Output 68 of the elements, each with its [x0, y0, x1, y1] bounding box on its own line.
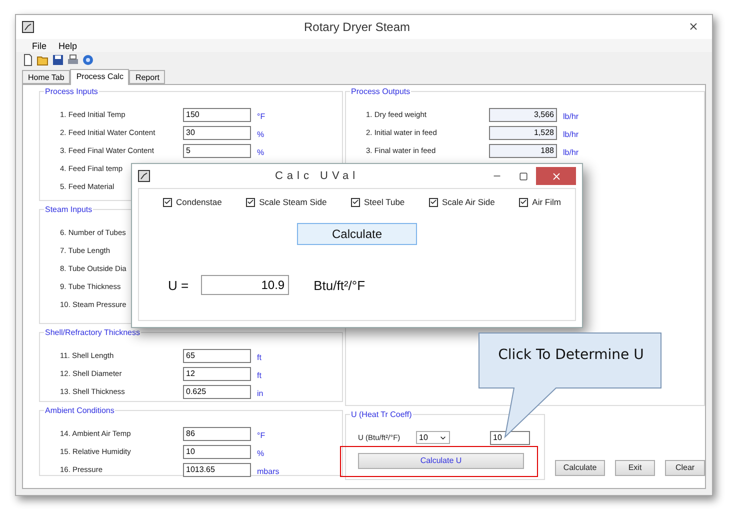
calculate-u-button[interactable]: Calculate U: [358, 452, 524, 469]
group-title: Steam Inputs: [44, 204, 94, 215]
menu-item[interactable]: File: [32, 40, 47, 51]
group-title: Process Outputs: [350, 86, 412, 97]
input-field[interactable]: 5: [183, 144, 251, 158]
checkbox[interactable]: [163, 198, 172, 206]
unit-label: lb/hr: [563, 112, 579, 122]
folder-icon[interactable]: [37, 54, 49, 66]
new-document-icon[interactable]: [22, 54, 34, 66]
unit-label: ft: [257, 353, 262, 362]
input-field[interactable]: 10: [490, 430, 530, 445]
unit-label: ft: [257, 371, 262, 380]
input-field[interactable]: 10: [183, 444, 251, 459]
dropdown[interactable]: 10: [416, 431, 450, 444]
input-field[interactable]: 1013.65: [183, 462, 251, 477]
group-title: U (Heat Tr Coeff): [350, 410, 413, 420]
group-title: Shell/Refractory Thickness: [44, 328, 141, 338]
app-icon: [138, 170, 150, 182]
input-field[interactable]: 1,528: [489, 126, 557, 140]
tab[interactable]: Process Calc: [70, 68, 130, 85]
unit-label: %: [257, 130, 264, 140]
checkbox-label: Steel Tube: [364, 197, 405, 207]
action-button[interactable]: Exit: [615, 460, 655, 476]
tab[interactable]: Home Tab: [22, 70, 70, 84]
calculate-button[interactable]: Calculate: [297, 223, 417, 245]
unit-label: °F: [257, 112, 266, 122]
checkbox[interactable]: [519, 198, 528, 206]
checkbox[interactable]: [246, 198, 256, 206]
result-field[interactable]: 10.9: [200, 275, 289, 295]
input-field[interactable]: 30: [183, 126, 251, 140]
menu-item[interactable]: Help: [58, 40, 78, 51]
input-field[interactable]: 188: [489, 144, 557, 158]
checkbox-label: Scale Steam Side: [259, 197, 327, 207]
input-field[interactable]: 150: [183, 108, 251, 122]
unit-label: in: [257, 389, 264, 398]
unit-label: %: [257, 449, 264, 458]
checkbox[interactable]: [351, 198, 360, 206]
input-field[interactable]: 0.625: [183, 384, 251, 399]
unit-label: %: [257, 148, 264, 158]
window-title: Rotary Dryer Steam: [302, 20, 412, 34]
tab[interactable]: Report: [129, 70, 166, 84]
save-icon[interactable]: [52, 54, 64, 66]
result-label: U =: [168, 278, 189, 292]
callout-text: Click To Determine U: [497, 347, 645, 363]
dialog-title: Calc UVal: [274, 170, 360, 182]
unit-label: lb/hr: [563, 130, 579, 140]
close-icon: [688, 21, 698, 32]
group-title: Ambient Conditions: [44, 406, 116, 416]
input-field[interactable]: 12: [183, 366, 251, 381]
unit-label: mbars: [257, 467, 280, 476]
action-button[interactable]: Clear: [665, 460, 705, 476]
close-icon: [550, 170, 562, 182]
maximize-icon: [518, 172, 528, 180]
checkbox-label: Scale Air Side: [442, 197, 495, 207]
group-title: Process Inputs: [44, 86, 99, 97]
unit-label: °F: [257, 431, 266, 440]
unit-label: Btu/ft²/°F: [314, 278, 366, 292]
checkbox-label: Air Film: [532, 197, 561, 207]
checkbox[interactable]: [428, 198, 438, 206]
unit-label: lb/hr: [563, 148, 579, 158]
action-button[interactable]: Calculate: [555, 460, 605, 476]
input-field[interactable]: 3,566: [489, 108, 557, 122]
input-field[interactable]: 86: [183, 426, 251, 441]
input-field[interactable]: 65: [183, 348, 251, 363]
app-icon: [22, 20, 34, 33]
checkbox-label: Condenstae: [176, 197, 222, 207]
print-icon[interactable]: [67, 54, 79, 66]
close-button[interactable]: [536, 167, 576, 185]
